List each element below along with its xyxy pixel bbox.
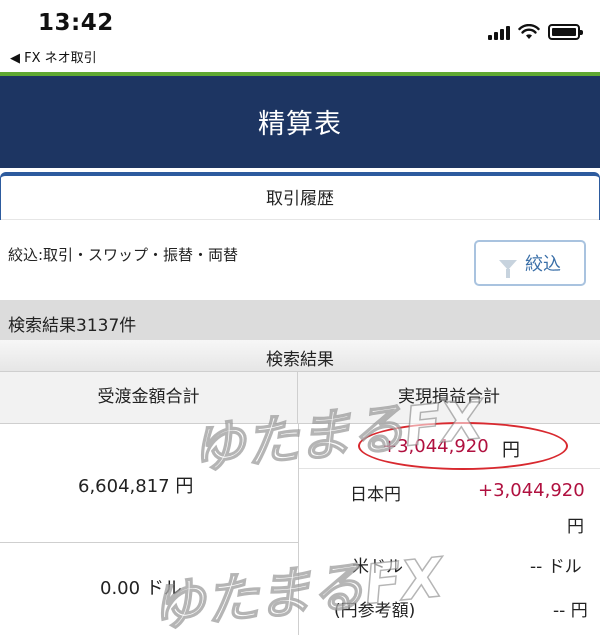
cellular-signal-icon (488, 24, 510, 40)
results-count: 検索結果3137件 (8, 316, 137, 336)
status-icons (488, 24, 583, 40)
back-to-app-link[interactable]: ◀ FX ネオ取引 (10, 47, 97, 66)
realized-pl-header: 実現損益合計 (298, 372, 600, 424)
transfer-total-header: 受渡金額合計 (0, 372, 298, 424)
settlement-table: 受渡金額合計 実現損益合計 6,604,817 円 0.00 ドル +3,044… (0, 372, 600, 635)
filter-summary: 絞込:取引・スワップ・振替・両替 (8, 246, 239, 264)
status-time: 13:42 (38, 10, 114, 36)
usd-row-label: 米ドル (352, 557, 403, 577)
filter-button[interactable]: 絞込 (474, 240, 586, 286)
nav-header: 精算表 (0, 76, 600, 168)
realized-pl-total-unit: 円 (502, 440, 520, 461)
usd-row-value: -- ドル (530, 557, 582, 577)
filter-button-label: 絞込 (525, 254, 561, 275)
realized-pl-total: +3,044,920 (382, 436, 489, 457)
transfer-total-jpy: 6,604,817 円 (78, 476, 194, 497)
jpy-row-unit: 円 (567, 517, 584, 537)
status-bar: 13:42 ◀ FX ネオ取引 (0, 0, 600, 72)
usd-row-sublabel: (円参考額) (334, 601, 416, 621)
tab-label: 取引履歴 (266, 189, 334, 209)
battery-icon (548, 24, 583, 40)
column-divider (298, 424, 299, 635)
usd-row-jpy-reference: -- 円 (553, 601, 588, 621)
wifi-icon (518, 24, 540, 39)
results-section-label: 検索結果 (266, 350, 334, 370)
transfer-total-usd: 0.00 ドル (100, 578, 182, 599)
left-row-divider (0, 542, 298, 543)
page-title: 精算表 (258, 109, 342, 140)
jpy-row-value: +3,044,920 (478, 480, 585, 501)
jpy-row-label: 日本円 (350, 485, 401, 505)
funnel-icon (499, 260, 517, 278)
